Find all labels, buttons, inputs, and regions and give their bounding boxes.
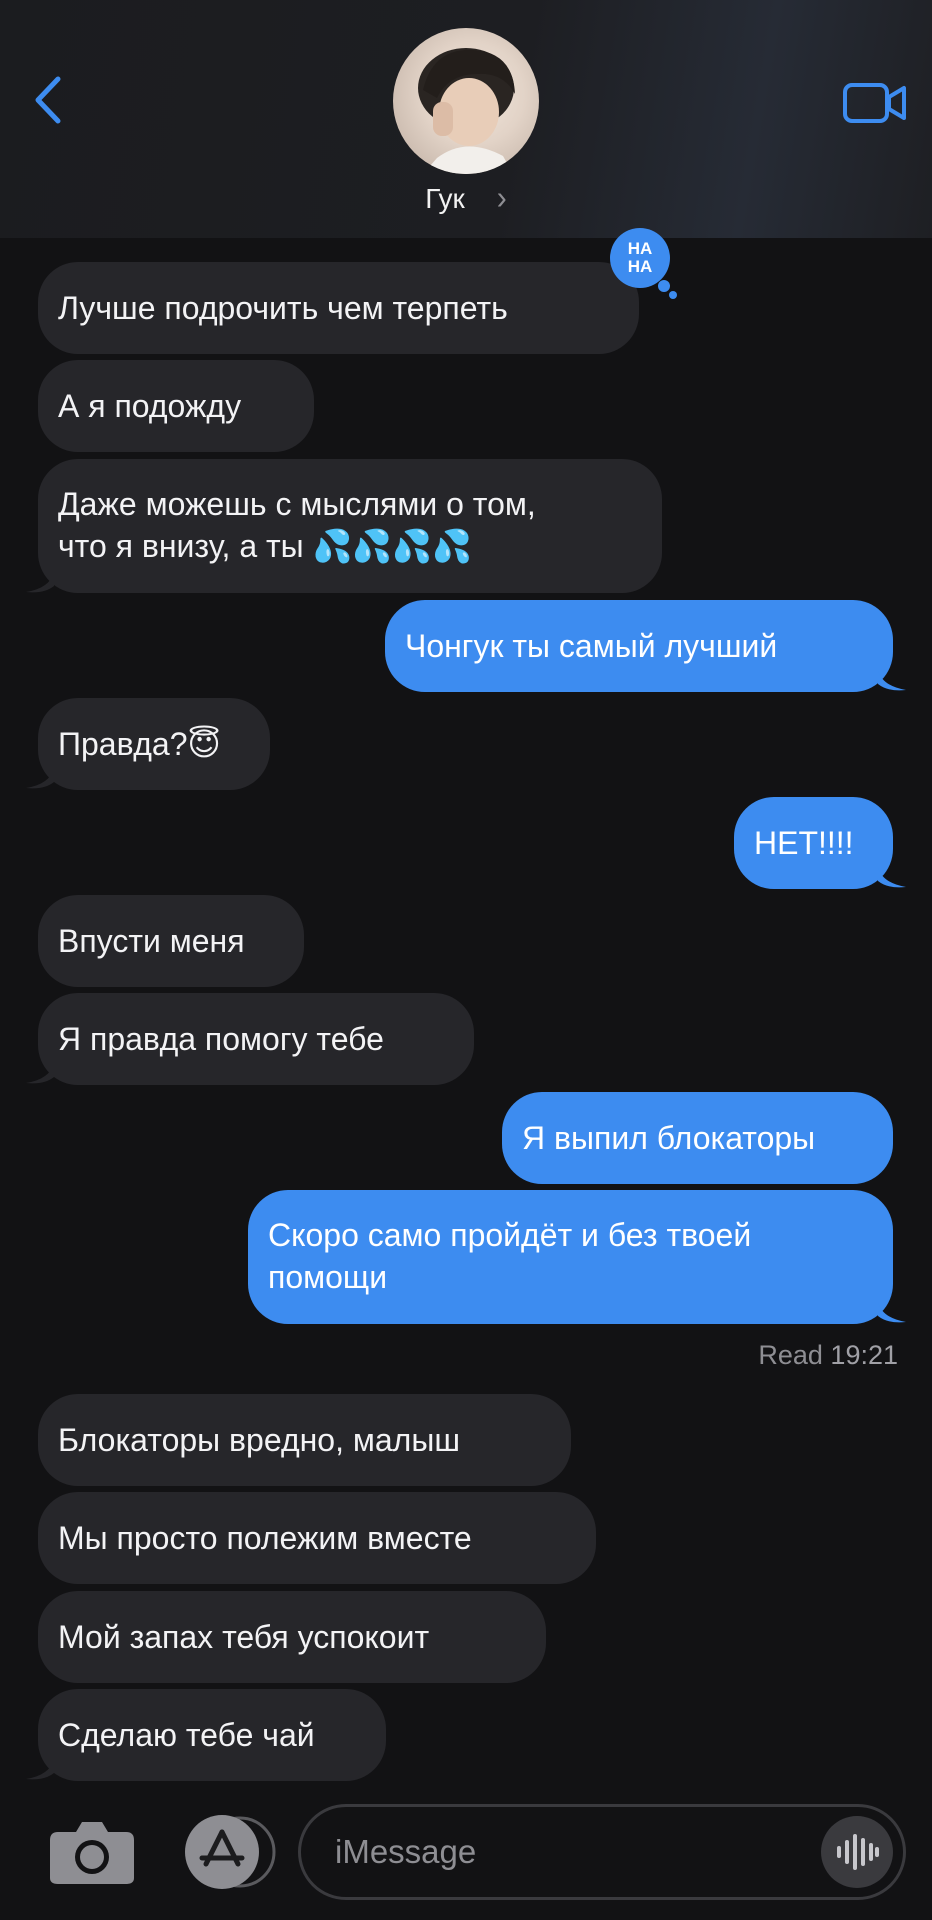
voice-message-button[interactable]	[821, 1816, 893, 1888]
chevron-right-icon: ›	[496, 180, 507, 217]
bubble-tail	[878, 670, 906, 691]
camera-icon	[50, 1822, 134, 1884]
message-text-line: помощи	[268, 1259, 388, 1295]
camera-button[interactable]	[48, 1818, 136, 1886]
message-bubble-incoming[interactable]: Мой запах тебя успокоит	[38, 1591, 546, 1683]
avatar-photo	[418, 48, 515, 174]
message-text: А я подожду	[58, 388, 242, 424]
message-bubble-incoming[interactable]: А я подожду	[38, 360, 314, 452]
message-text: Мой запах тебя успокоит	[58, 1619, 430, 1655]
message-bubble-outgoing[interactable]: Чонгук ты самый лучший	[385, 600, 893, 692]
facetime-video-button[interactable]	[842, 80, 908, 126]
message-bubble-incoming[interactable]: Блокаторы вредно, малыш	[38, 1394, 571, 1486]
conversation-header: Гук ›	[0, 0, 932, 238]
message-text: Правда?😇	[58, 726, 221, 762]
message-bubble-incoming[interactable]: Мы просто полежим вместе	[38, 1492, 596, 1584]
read-time: 19:21	[830, 1340, 898, 1370]
message-text: Сделаю тебе чай	[58, 1717, 315, 1753]
read-label: Read	[758, 1340, 823, 1370]
bubble-tail	[26, 1063, 54, 1084]
message-text: НЕТ!!!!	[754, 825, 854, 861]
bubble-tail	[878, 1302, 906, 1323]
app-store-button[interactable]	[182, 1814, 276, 1890]
message-text: Лучше подрочить чем терпеть	[58, 290, 508, 326]
message-text-line: Даже можешь с мыслями о том,	[58, 486, 536, 522]
message-bubble-incoming[interactable]: Я правда помогу тебе	[38, 993, 474, 1085]
message-text-line: что я внизу, а ты 💦💦💦💦	[58, 528, 472, 564]
message-text: Блокаторы вредно, малыш	[58, 1422, 460, 1458]
bubble-tail	[26, 572, 54, 593]
message-bubble-incoming[interactable]: Лучше подрочить чем терпеть	[38, 262, 639, 354]
message-bubble-outgoing[interactable]: Я выпил блокаторы	[502, 1092, 893, 1184]
message-text: Впусти меня	[58, 923, 245, 959]
message-bubble-incoming[interactable]: Даже можешь с мыслями о том, что я внизу…	[38, 459, 662, 593]
contact-name: Гук	[425, 183, 465, 214]
messages-screen: Гук › Лучше подрочить чем терпеть HA HA …	[0, 0, 932, 1920]
back-chevron-icon	[35, 76, 61, 124]
back-button[interactable]	[22, 70, 72, 130]
message-bubble-outgoing[interactable]: Скоро само пройдёт и без твоей помощи	[248, 1190, 893, 1324]
app-store-icon	[185, 1815, 276, 1889]
tapback-text-line1: HA	[628, 239, 653, 258]
imessage-input[interactable]: iMessage	[298, 1804, 906, 1900]
contact-avatar[interactable]	[393, 28, 539, 174]
message-bubble-incoming[interactable]: Впусти меня	[38, 895, 304, 987]
video-camera-icon	[843, 83, 906, 123]
message-text: Я правда помогу тебе	[58, 1021, 384, 1057]
bubble-tail	[878, 867, 906, 888]
read-receipt: Read 19:21	[758, 1340, 898, 1371]
message-text: Чонгук ты самый лучший	[405, 628, 778, 664]
tapback-text-line2: HA	[628, 257, 653, 276]
voice-waveform-icon	[837, 1834, 879, 1870]
message-bubble-incoming[interactable]: Правда?😇	[38, 698, 270, 790]
message-text-line: Скоро само пройдёт и без твоей	[268, 1217, 752, 1253]
input-placeholder: iMessage	[335, 1833, 477, 1870]
message-text: Мы просто полежим вместе	[58, 1520, 472, 1556]
bubble-tail	[26, 1759, 54, 1780]
bubble-tail	[26, 768, 54, 789]
haha-tapback-icon: HA HA	[610, 228, 677, 299]
message-bubble-incoming[interactable]: Сделаю тебе чай	[38, 1689, 386, 1781]
message-text: Я выпил блокаторы	[522, 1120, 816, 1156]
contact-name-row[interactable]: Гук ›	[0, 180, 932, 217]
message-bubble-outgoing[interactable]: НЕТ!!!!	[734, 797, 893, 889]
